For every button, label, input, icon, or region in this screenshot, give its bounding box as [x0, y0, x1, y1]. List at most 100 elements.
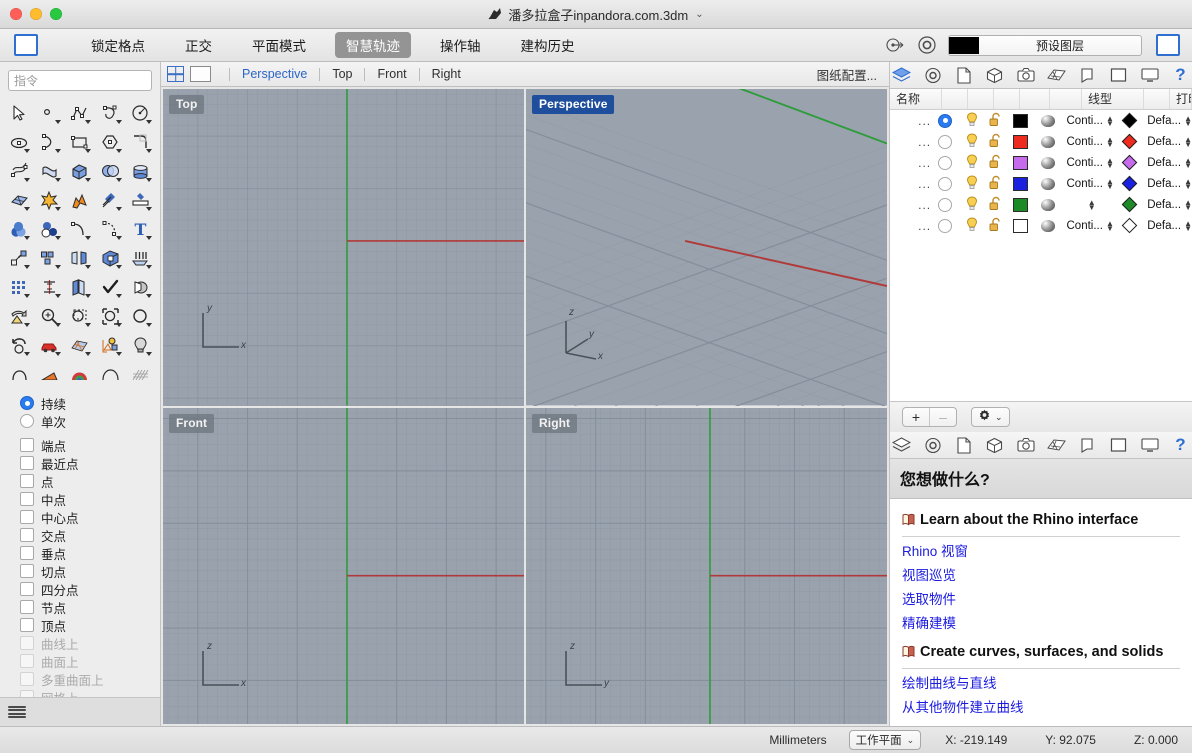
hamburger-menu-icon[interactable] [8, 705, 26, 719]
help-link[interactable]: 绘制曲线与直线 [902, 672, 1180, 696]
lightbulb-icon[interactable] [966, 154, 978, 172]
material-sphere-icon[interactable] [1041, 135, 1056, 148]
single-view-layout-icon[interactable] [190, 66, 211, 82]
select-objects-icon[interactable] [95, 331, 125, 359]
zoom-selected-icon[interactable] [95, 302, 125, 330]
check-icon[interactable] [95, 273, 125, 301]
viewport-tab-perspective[interactable]: Perspective [240, 67, 309, 81]
help-link[interactable]: 视图巡览 [902, 564, 1180, 588]
cone-icon[interactable] [34, 360, 64, 388]
dimension-icon[interactable] [34, 273, 64, 301]
radio-persistent-icon[interactable] [20, 396, 34, 410]
layer-linetype[interactable]: Conti... [1067, 178, 1103, 190]
viewport-right[interactable]: z y Right [526, 407, 887, 724]
help-icon-active[interactable]: ? [1171, 435, 1191, 455]
osnap-mode-persistent[interactable]: 持续 [0, 394, 160, 412]
material-sphere-icon[interactable] [1041, 114, 1056, 127]
lightbulb-icon[interactable] [966, 133, 978, 151]
boolean-union-icon[interactable] [4, 215, 34, 243]
layout-config-button[interactable]: 图纸配置... [817, 65, 877, 84]
polygon-icon[interactable] [95, 128, 125, 156]
select-arrow-icon[interactable] [4, 99, 34, 127]
layer-color-swatch[interactable] [1012, 113, 1028, 128]
stepper-icon[interactable]: ▲ ▼ [1184, 156, 1192, 169]
layer-print-width[interactable]: Defa... [1147, 157, 1181, 169]
toolbar-item-snap[interactable]: 锁定格点 [80, 32, 156, 58]
viewport-tab-top[interactable]: Top [330, 67, 354, 81]
sphere-boolean-icon[interactable] [95, 157, 125, 185]
column-name[interactable]: 名称 [890, 89, 942, 109]
checkbox-icon[interactable] [20, 492, 34, 506]
checkbox-icon[interactable] [20, 564, 34, 578]
array-icon[interactable] [126, 244, 156, 272]
move-icon[interactable] [4, 244, 34, 272]
layer-print-width[interactable]: Defa... [1147, 220, 1181, 232]
display-icon[interactable] [1078, 436, 1098, 455]
layer-print-width[interactable]: Defa... [1147, 115, 1181, 127]
column-linetype[interactable]: 线型 [1082, 89, 1144, 109]
layer-name[interactable]: ... [918, 219, 931, 233]
material-sphere-icon[interactable] [1041, 156, 1056, 169]
hatch-icon[interactable] [126, 360, 156, 388]
current-layer-radio-icon[interactable] [938, 197, 953, 212]
stepper-icon[interactable]: ▲ ▼ [1184, 135, 1192, 148]
lightbulb-icon[interactable] [966, 112, 978, 130]
help-link[interactable]: 选取物件 [902, 588, 1180, 612]
layer-color-swatch[interactable] [1012, 176, 1028, 191]
table-row[interactable]: ... Conti... ▲ ▼ Defa... ▲ ▼ [890, 152, 1192, 173]
stepper-icon[interactable]: ▲ ▼ [1184, 177, 1192, 190]
unlock-icon[interactable] [989, 175, 1002, 193]
boolean-split-icon[interactable] [65, 186, 95, 214]
surface-srf-icon[interactable] [4, 157, 34, 185]
stepper-icon[interactable]: ▲ ▼ [1184, 114, 1192, 127]
viewport-tab-right[interactable]: Right [430, 67, 463, 81]
layer-print-width[interactable]: Defa... [1147, 178, 1181, 190]
layer-name[interactable]: ... [918, 114, 931, 128]
help-link[interactable]: 从其他物件建立曲线 [902, 696, 1180, 720]
lightbulb-icon[interactable] [966, 196, 978, 214]
zoom-window-icon[interactable] [65, 302, 95, 330]
trim-icon[interactable] [95, 186, 125, 214]
osnap-point[interactable]: 点 [0, 472, 160, 490]
current-layer-radio-icon[interactable] [938, 155, 953, 170]
offset-curve-icon[interactable] [65, 215, 95, 243]
osnap-end[interactable]: 端点 [0, 436, 160, 454]
layers-tool-icon[interactable] [65, 273, 95, 301]
cplane-selector[interactable]: 工作平面 ⌄ [848, 730, 922, 750]
viewport-tab-front[interactable]: Front [375, 67, 408, 81]
layer-options-button[interactable]: ⌄ [971, 407, 1010, 428]
cplane-icon[interactable] [126, 273, 156, 301]
help-icon[interactable]: ? [1171, 65, 1191, 85]
toolbar-item-planar[interactable]: 平面模式 [241, 32, 317, 58]
toolbar-item-smarttrack[interactable]: 智慧轨迹 [335, 32, 411, 58]
minimize-button[interactable] [30, 8, 42, 20]
page-icon[interactable] [954, 436, 974, 455]
print-color-diamond[interactable] [1121, 133, 1138, 150]
left-panel-toggle-icon[interactable] [14, 34, 38, 56]
unlock-icon[interactable] [989, 112, 1002, 130]
checkbox-icon[interactable] [20, 600, 34, 614]
toolbar-item-gumball[interactable]: 操作轴 [429, 32, 492, 58]
layer-linetype[interactable]: Conti... [1067, 220, 1103, 232]
checkbox-icon[interactable] [20, 510, 34, 524]
render-mesh-icon[interactable] [65, 331, 95, 359]
boolean-diff-icon[interactable] [34, 215, 64, 243]
mirror-icon[interactable] [65, 244, 95, 272]
print-color-diamond[interactable] [1121, 112, 1138, 129]
light-icon[interactable] [126, 331, 156, 359]
mesh-icon[interactable] [4, 186, 34, 214]
help-link[interactable]: 精确建模 [902, 612, 1180, 636]
layer-print-width[interactable]: Defa... [1147, 136, 1181, 148]
page-icon[interactable] [954, 66, 974, 85]
fillet-icon[interactable] [126, 128, 156, 156]
layer-linetype[interactable]: Conti... [1067, 157, 1103, 169]
layer-name[interactable]: ... [918, 135, 931, 149]
properties-icon[interactable] [923, 436, 943, 455]
close-button[interactable] [10, 8, 22, 20]
undo-view-icon[interactable] [4, 331, 34, 359]
four-view-layout-icon[interactable] [167, 66, 184, 82]
unlock-icon[interactable] [989, 217, 1002, 235]
osnap-mid[interactable]: 中点 [0, 490, 160, 508]
layer-color-swatch[interactable] [1012, 155, 1028, 170]
unlock-icon[interactable] [989, 196, 1002, 214]
